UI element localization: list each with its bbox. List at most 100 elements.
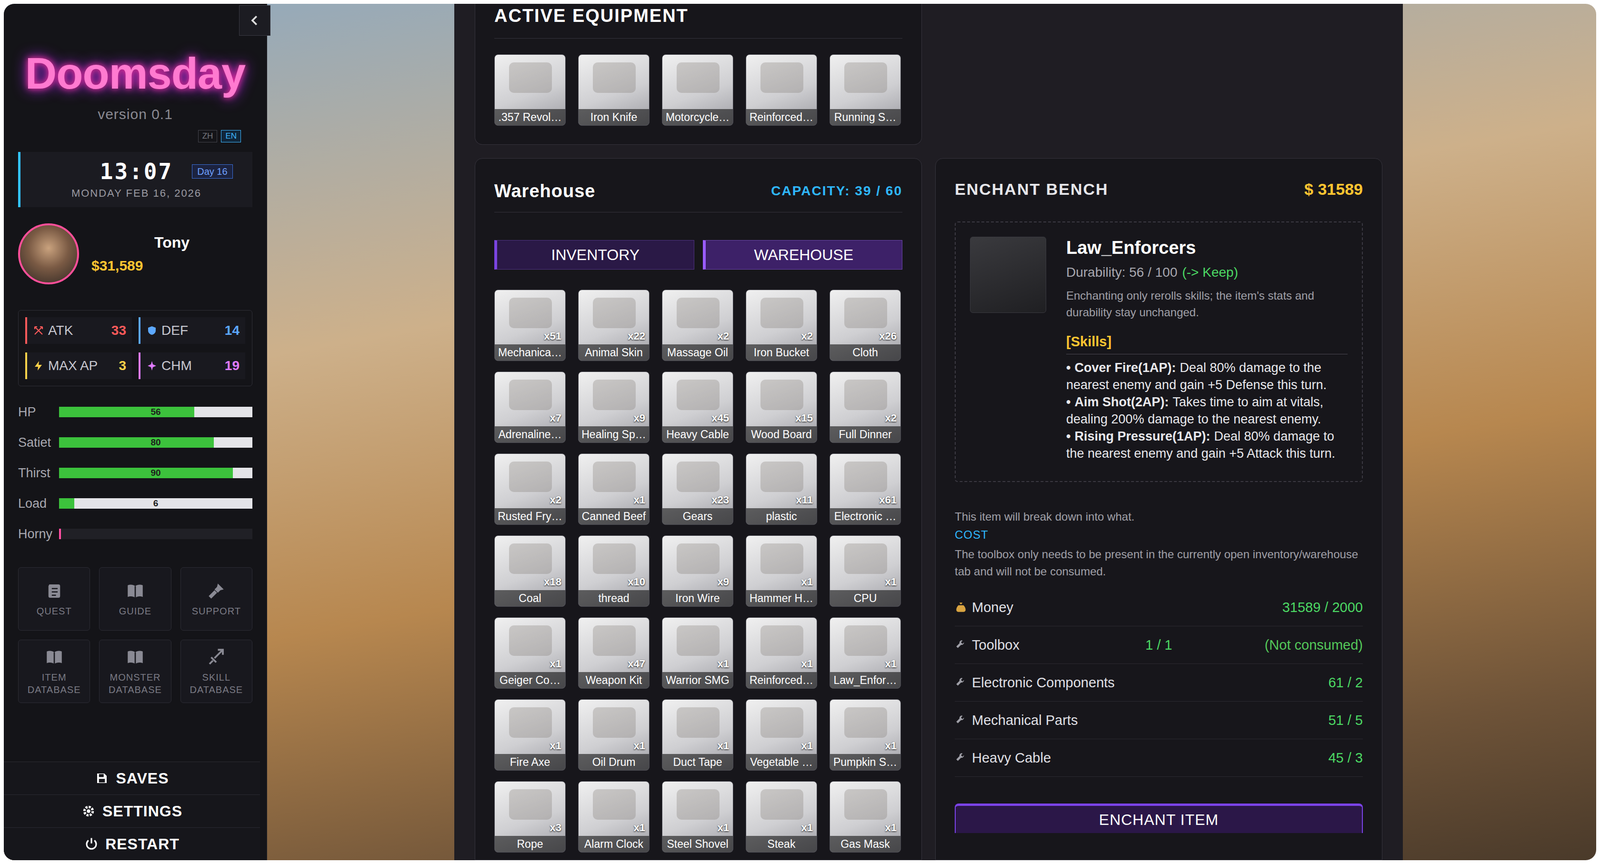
item-label: Running S… — [830, 109, 901, 126]
item-tile[interactable]: x2Iron Bucket — [745, 289, 818, 361]
item-count: x1 — [717, 821, 730, 834]
shortcut-button[interactable]: MONSTER DATABASE — [99, 639, 171, 703]
status-row: HP56 — [18, 396, 253, 428]
right-column: ENCHANT BENCH$ 31589Law_EnforcersDurabil… — [935, 3, 1383, 860]
item-picture — [509, 379, 552, 410]
skill-bullet: • — [1066, 360, 1071, 375]
cost-note: (Not consumed) — [1172, 636, 1363, 654]
item-tile[interactable]: x1Law_Enfor… — [829, 617, 901, 689]
status-value-wrap: 6 — [59, 498, 253, 509]
item-tile[interactable]: x1Alarm Clock — [578, 780, 650, 853]
item-tile[interactable]: x2Massage Oil — [661, 289, 734, 361]
item-tile[interactable]: x1Duct Tape — [661, 699, 734, 771]
item-tile[interactable]: x23Gears — [661, 453, 734, 525]
item-tile[interactable]: x1Oil Drum — [578, 699, 650, 771]
shortcut-label: MONSTER DATABASE — [103, 670, 168, 696]
item-tile[interactable]: x1CPU — [829, 535, 901, 607]
item-tile[interactable]: x10thread — [578, 535, 650, 607]
language-button[interactable]: ZH — [198, 130, 218, 143]
status-fill-color — [59, 406, 195, 418]
item-tile[interactable]: x9Healing Sp… — [578, 371, 650, 443]
tab[interactable]: INVENTORY — [494, 240, 695, 270]
skill-bullet: • — [1066, 394, 1071, 410]
shortcut-button[interactable]: ITEM DATABASE — [18, 639, 90, 703]
cost-label-wrap: Money — [954, 598, 1014, 616]
item-tile[interactable]: x18Coal — [494, 535, 566, 607]
equipment-slot[interactable]: Running S… — [829, 54, 901, 126]
item-tile[interactable]: x2Full Dinner — [829, 371, 901, 443]
action-button[interactable]: SAVES — [3, 761, 260, 795]
item-tile[interactable]: x26Cloth — [829, 289, 901, 361]
cost-title: COST — [954, 526, 1363, 543]
warehouse-card: WarehouseCAPACITY: 39 / 60INVENTORYWAREH… — [474, 158, 922, 860]
item-tile[interactable]: x1Canned Beef — [578, 453, 650, 525]
status-track — [59, 528, 253, 540]
tab[interactable]: WAREHOUSE — [702, 240, 903, 270]
collapse-button[interactable] — [239, 5, 271, 36]
stat-value: 19 — [224, 357, 240, 374]
item-tile[interactable]: x1Geiger Co… — [494, 617, 566, 689]
tab-label: WAREHOUSE — [753, 245, 854, 264]
stat-cell: ATK33 — [25, 317, 132, 344]
equipment-slot[interactable]: Reinforced… — [745, 54, 818, 126]
item-tile[interactable]: x2Rusted Fry… — [494, 453, 566, 525]
language-button[interactable]: EN — [220, 130, 241, 143]
skills-title: [Skills] — [1066, 332, 1348, 355]
item-tile[interactable]: x47Weapon Kit — [578, 617, 650, 689]
cost-value: 51 / 5 — [1328, 711, 1363, 729]
item-tile[interactable]: x1Hammer H… — [745, 535, 818, 607]
enchant-item-picture — [970, 236, 1047, 313]
item-tile[interactable]: x1Vegetable … — [745, 699, 818, 771]
action-label: SETTINGS — [102, 801, 183, 820]
item-label: Canned Beef — [578, 508, 650, 525]
item-tile[interactable]: x45Heavy Cable — [661, 371, 734, 443]
item-tile[interactable]: x1Reinforced… — [745, 617, 818, 689]
item-tile[interactable]: x1Fire Axe — [494, 699, 566, 771]
shortcut-button[interactable]: QUEST — [18, 567, 90, 631]
equipment-slot[interactable]: Iron Knife — [578, 54, 650, 126]
item-tile[interactable]: x1Warrior SMG — [661, 617, 734, 689]
left-column: ACTIVE EQUIPMENT.357 Revol…Iron KnifeMot… — [474, 3, 922, 860]
item-count: x1 — [801, 657, 813, 670]
enchant-header: ENCHANT BENCH$ 31589 — [935, 158, 1382, 199]
player-avatar[interactable] — [18, 223, 80, 285]
item-tile[interactable]: x15Wood Board — [745, 371, 818, 443]
enchant-card: ENCHANT BENCH$ 31589Law_EnforcersDurabil… — [935, 158, 1383, 860]
item-picture — [760, 379, 804, 410]
item-tile[interactable]: x3Rope — [494, 780, 566, 853]
sword-icon — [206, 647, 227, 668]
shortcut-button[interactable]: SKILL DATABASE — [180, 639, 253, 703]
item-tile[interactable]: x1Steel Shovel — [661, 780, 734, 853]
item-count: x7 — [550, 411, 562, 425]
shortcut-label: ITEM DATABASE — [22, 670, 87, 696]
status-bars: HP56Satiet80Thirst90Load6Horny — [18, 396, 253, 550]
item-tile[interactable]: x22Animal Skin — [578, 289, 650, 361]
background-scene — [267, 3, 455, 860]
item-tile[interactable]: x1Gas Mask — [829, 780, 901, 853]
item-tile[interactable]: x1Steak — [745, 780, 818, 853]
item-label: Iron Bucket — [746, 344, 817, 361]
item-count: x11 — [796, 493, 814, 507]
item-tile[interactable]: x9Iron Wire — [661, 535, 734, 607]
item-tile[interactable]: x1Pumpkin S… — [829, 699, 901, 771]
shortcut-button[interactable]: GUIDE — [99, 567, 171, 631]
item-tile[interactable]: x51Mechanica… — [494, 289, 566, 361]
cost-value: 1 / 1 — [1145, 636, 1172, 654]
enchant-title: ENCHANT BENCH — [954, 179, 1109, 199]
item-count: x18 — [543, 575, 562, 589]
action-button[interactable]: SETTINGS — [3, 794, 260, 828]
item-picture — [509, 461, 552, 492]
item-tile[interactable]: x11plastic — [745, 453, 818, 525]
equipment-slot[interactable]: .357 Revol… — [494, 54, 566, 126]
item-tile[interactable]: x7Adrenaline… — [494, 371, 566, 443]
item-count: x45 — [711, 411, 730, 425]
skill-name: Rising Pressure(1AP): — [1074, 429, 1210, 444]
enchant-button[interactable]: ENCHANT ITEM — [954, 803, 1363, 833]
shortcut-button[interactable]: SUPPORT — [180, 567, 253, 631]
item-label: Pumpkin S… — [830, 753, 901, 770]
stat-label: DEF — [161, 322, 189, 339]
action-button[interactable]: RESTART — [3, 827, 260, 860]
item-tile[interactable]: x61Electronic … — [829, 453, 901, 525]
equipment-slot[interactable]: Motorcycle… — [661, 54, 734, 126]
item-count: x2 — [550, 493, 562, 507]
